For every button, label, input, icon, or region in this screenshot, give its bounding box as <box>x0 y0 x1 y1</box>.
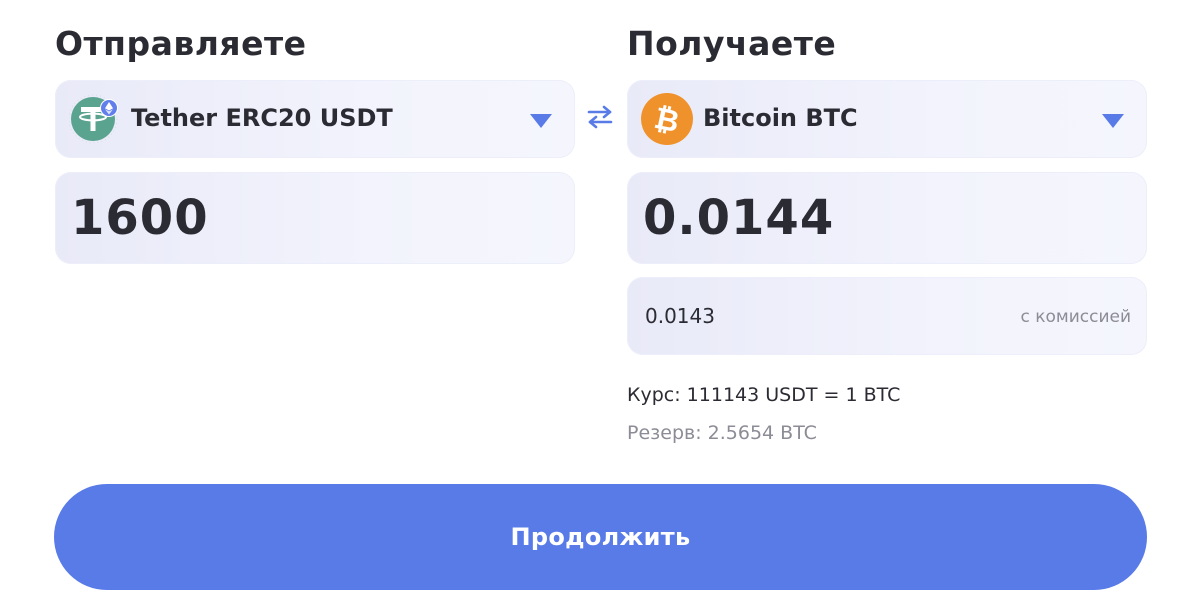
receive-currency-select[interactable]: ₿ Bitcoin BTC <box>627 80 1147 158</box>
receive-currency-name: Bitcoin BTC <box>703 104 858 132</box>
continue-button[interactable]: Продолжить <box>54 484 1147 590</box>
exchange-rate: Курс: 111143 USDT = 1 BTC <box>627 384 901 406</box>
send-amount-input[interactable]: 1600 <box>55 172 575 264</box>
swap-arrows-icon[interactable] <box>584 104 616 130</box>
receive-title: Получаете <box>627 24 837 63</box>
send-amount-value: 1600 <box>71 190 209 246</box>
receive-with-fee-value: 0.0143 <box>645 304 715 328</box>
ethereum-icon <box>100 99 118 117</box>
bitcoin-icon: ₿ <box>641 93 693 145</box>
receive-amount-value: 0.0144 <box>643 190 835 246</box>
send-currency-select[interactable]: Tether ERC20 USDT <box>55 80 575 158</box>
triangle-down-icon <box>530 114 552 128</box>
send-currency-name: Tether ERC20 USDT <box>131 104 393 132</box>
reserve-amount: Резерв: 2.5654 BTC <box>627 422 817 444</box>
receive-with-fee-field: 0.0143 с комиссией <box>627 277 1147 355</box>
send-title: Отправляете <box>55 24 307 63</box>
triangle-down-icon <box>1102 114 1124 128</box>
tether-icon <box>69 94 118 144</box>
fee-label: с комиссией <box>1020 307 1131 327</box>
receive-amount-input[interactable]: 0.0144 <box>627 172 1147 264</box>
